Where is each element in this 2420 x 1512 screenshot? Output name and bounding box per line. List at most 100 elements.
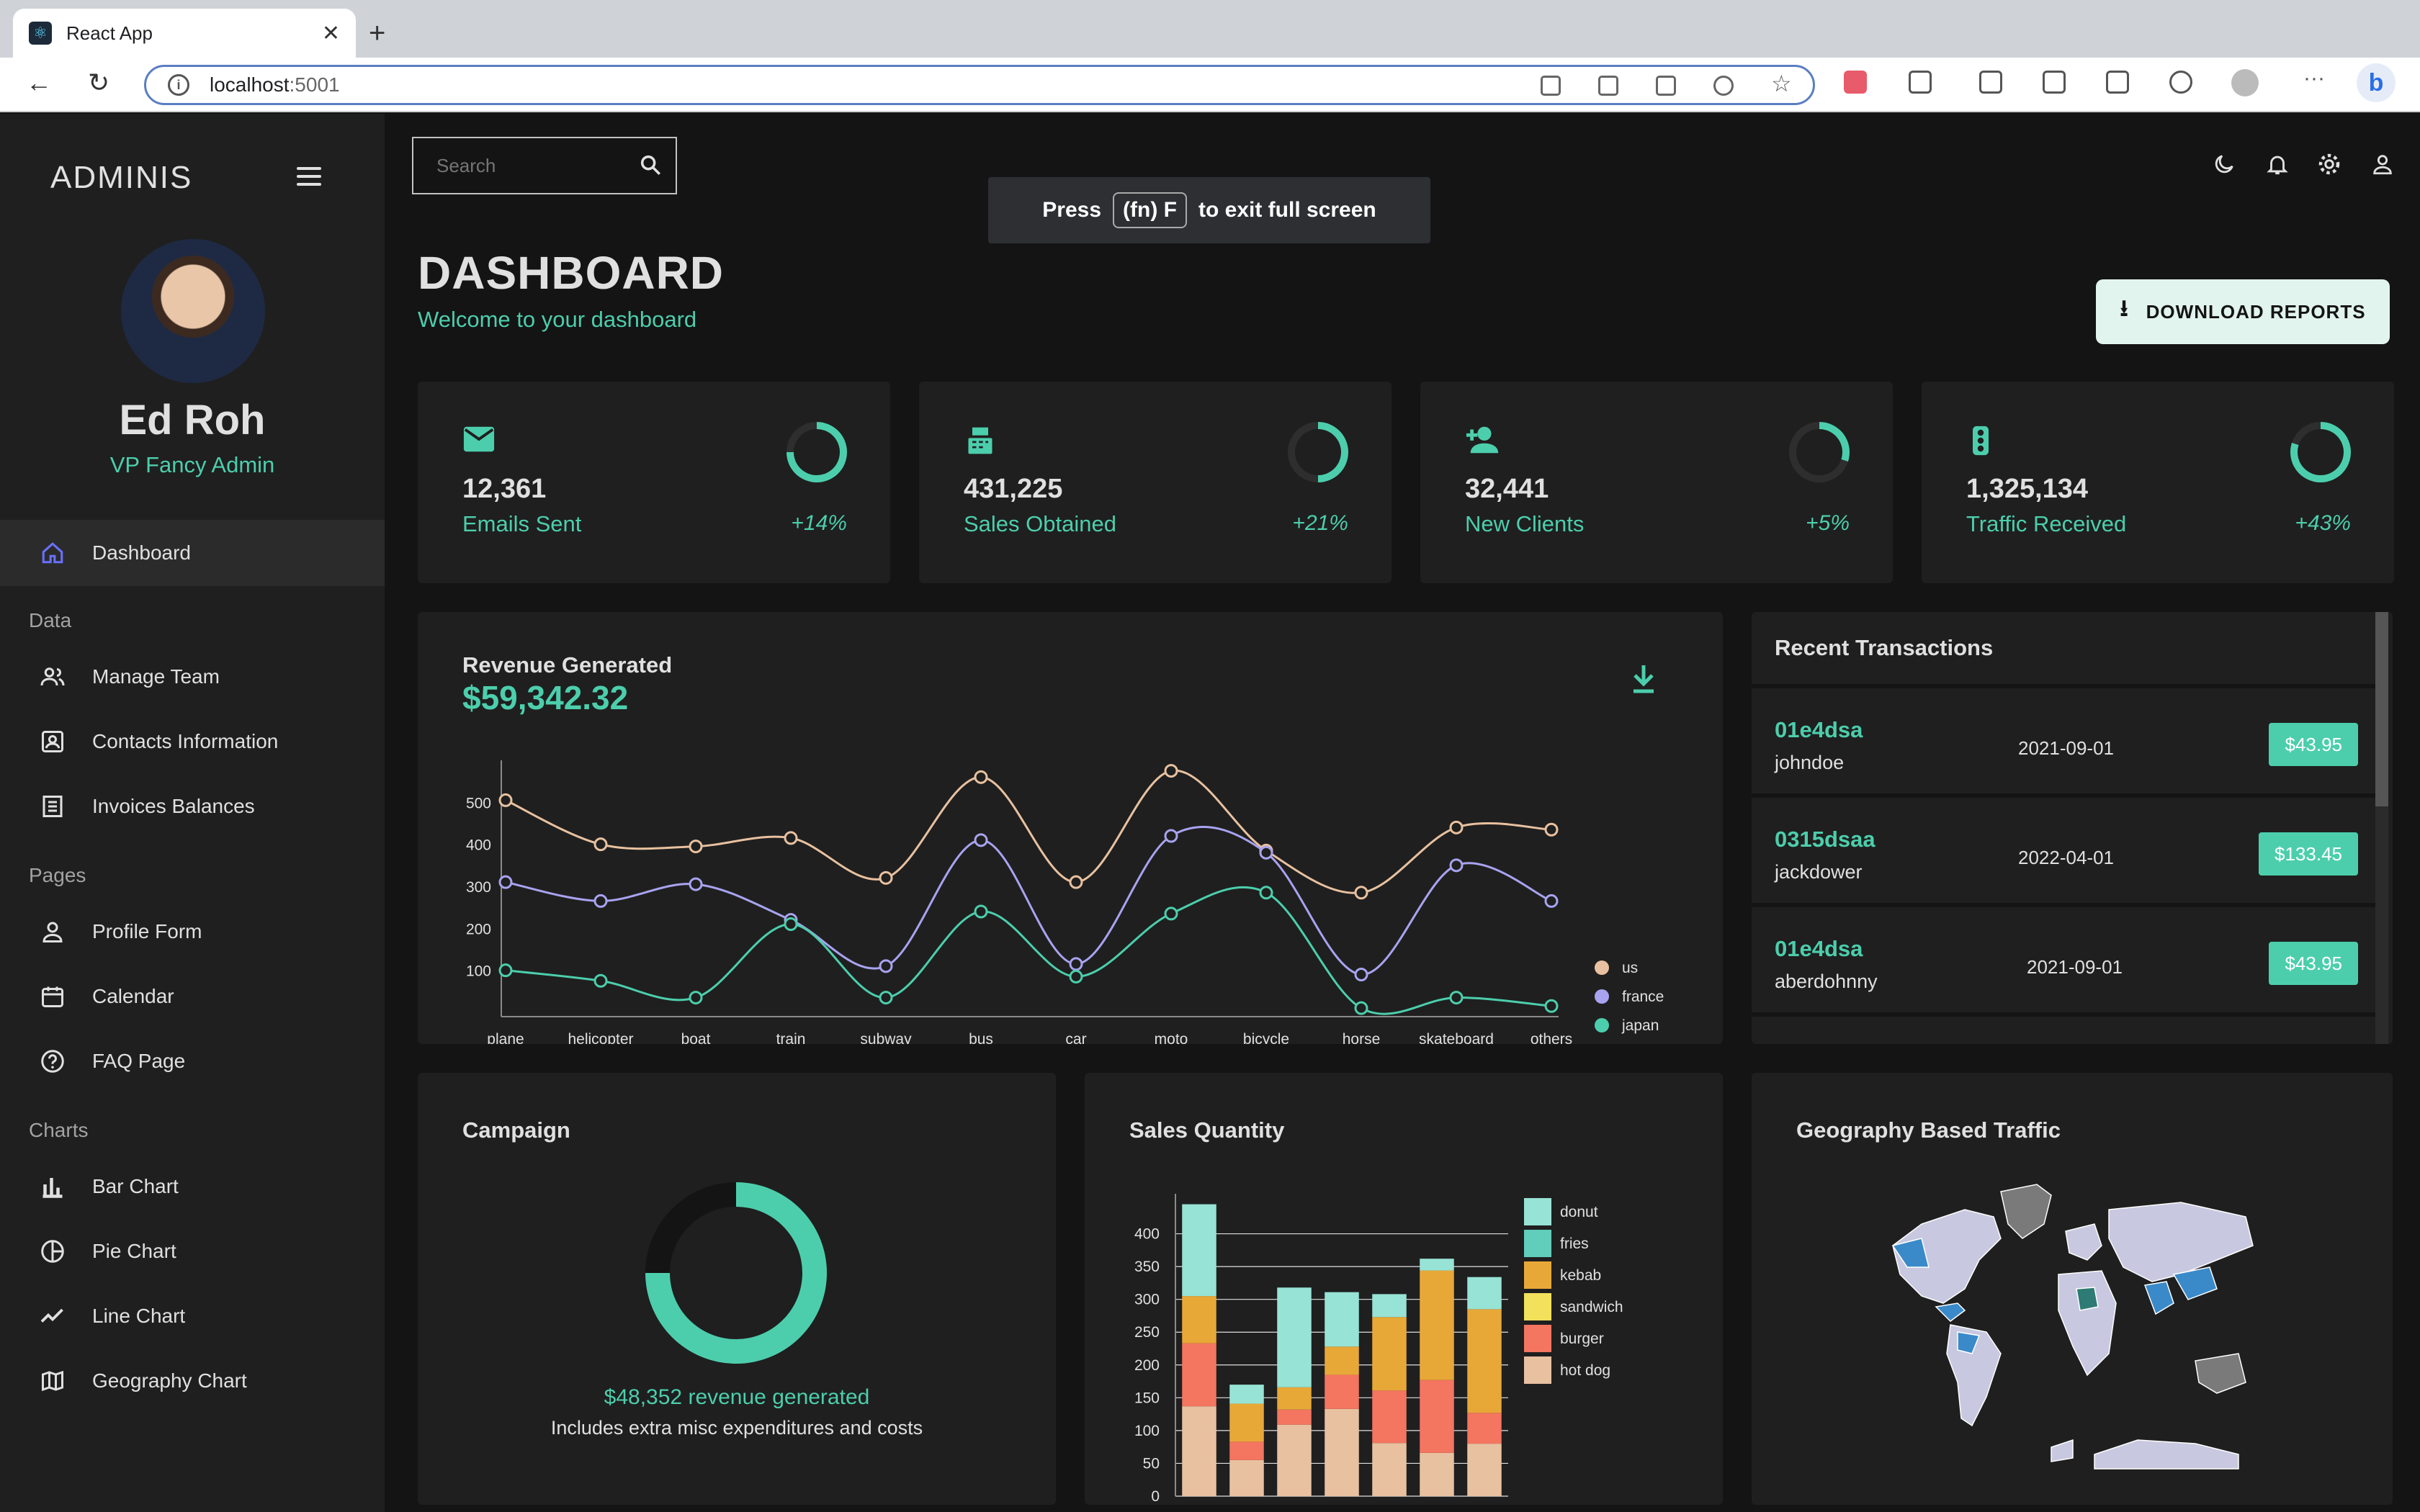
x-tick-label: subway: [860, 1031, 912, 1044]
extension-add-icon[interactable]: [1656, 76, 1676, 96]
transaction-id: 01e4dsa: [1775, 936, 1863, 961]
legend-label: kebab: [1560, 1267, 1601, 1284]
bing-icon[interactable]: b: [2357, 63, 2396, 102]
collections-icon[interactable]: [2106, 71, 2129, 94]
search-input[interactable]: [436, 154, 624, 177]
notifications-icon[interactable]: [2264, 151, 2290, 177]
bar-segment-hot-dog: [1467, 1444, 1502, 1496]
x-tick-label: moto: [1155, 1031, 1188, 1044]
sidebar-item-label: Calendar: [92, 985, 174, 1007]
sidebar-item-label: Bar Chart: [92, 1175, 179, 1197]
download-reports-button[interactable]: ⭳ DOWNLOAD REPORTS: [2096, 279, 2390, 344]
apps-icon[interactable]: [1598, 76, 1618, 96]
data-point: [1544, 999, 1559, 1013]
sidebar-item-pie-chart[interactable]: Pie Chart: [39, 1230, 176, 1273]
series-line-japan: [505, 886, 1552, 1015]
progress-ring: [786, 422, 847, 482]
favorites-icon[interactable]: [2043, 71, 2066, 94]
stat-card-sales: 431,225 Sales Obtained +21%: [919, 382, 1392, 583]
legend-swatch: [1595, 989, 1609, 1004]
back-icon[interactable]: ←: [26, 68, 52, 98]
legend-label: us: [1622, 960, 1638, 976]
progress-ring: [1789, 422, 1850, 482]
menu-icon[interactable]: [297, 167, 321, 191]
data-point: [498, 963, 513, 978]
data-point: [689, 877, 703, 891]
calendar-icon: [39, 983, 66, 1010]
x-tick-label: plane: [487, 1031, 524, 1044]
revenue-card: Revenue Generated $59,342.32 100 200 300 40…: [418, 612, 1723, 1044]
y-tick-label: 200: [1134, 1357, 1160, 1374]
data-point: [593, 837, 608, 852]
fullscreen-notice: Press (fn) F to exit full screen: [988, 177, 1430, 243]
browser-tab[interactable]: ⚛ React App ✕: [13, 9, 356, 58]
sidebar-item-geography-chart[interactable]: Geography Chart: [39, 1359, 247, 1403]
world-map: [1891, 1184, 2254, 1470]
data-point: [593, 973, 608, 988]
info-icon[interactable]: i: [168, 74, 189, 96]
legend-label: japan: [1621, 1017, 1659, 1034]
favorite-star-icon[interactable]: ☆: [1771, 70, 1792, 96]
bar-segment-kebab: [1182, 1296, 1216, 1344]
profile-avatar-icon[interactable]: [2231, 69, 2259, 96]
transaction-user: jackdower: [1775, 861, 1863, 883]
more-icon[interactable]: ···: [2303, 66, 2326, 90]
sidebar-item-profile-form[interactable]: Profile Form: [39, 910, 202, 953]
reload-icon[interactable]: ↻: [88, 68, 109, 98]
data-point: [784, 917, 798, 931]
dark-mode-icon[interactable]: [2211, 151, 2237, 177]
person-icon[interactable]: [2370, 151, 2396, 177]
sidebar-item-label: Dashboard: [92, 541, 191, 564]
bar-segment-hot-dog: [1420, 1452, 1454, 1496]
bar-segment-kebab: [1325, 1346, 1359, 1375]
split-screen-icon[interactable]: [1979, 71, 2002, 94]
revenue-line-chart: 100 200 300 400 500 plane helicopter boat train s…: [466, 760, 1664, 1044]
y-tick-label: 300: [1134, 1292, 1160, 1308]
page-title: DASHBOARD: [418, 247, 724, 299]
sidebar-item-label: Invoices Balances: [92, 795, 255, 817]
close-icon[interactable]: ✕: [322, 21, 340, 46]
sidebar-item-label: Contacts Information: [92, 730, 279, 752]
sidebar-item-bar-chart[interactable]: Bar Chart: [39, 1165, 179, 1208]
contacts-icon: [39, 728, 66, 755]
pie-chart-icon: [39, 1238, 66, 1265]
cast-icon[interactable]: [1541, 76, 1561, 96]
sidebar-item-contacts[interactable]: Contacts Information: [39, 720, 278, 763]
bar-segment-donut: [1277, 1287, 1312, 1387]
traffic-icon: [1966, 425, 1995, 464]
y-tick-label: 100: [466, 963, 491, 980]
bar-segment-hot-dog: [1372, 1443, 1407, 1496]
sidebar-item-dashboard[interactable]: Dashboard: [39, 531, 191, 575]
x-tick-label: bus: [969, 1031, 993, 1044]
search-box[interactable]: [412, 137, 677, 194]
legend-swatch: [1524, 1230, 1551, 1257]
transactions-scrollbar[interactable]: [2375, 612, 2388, 1044]
sidebar-item-calendar[interactable]: Calendar: [39, 975, 174, 1018]
transaction-user: aberdohnny: [1775, 971, 1878, 992]
point-of-sale-icon: [964, 425, 997, 464]
puzzle-icon[interactable]: [1909, 71, 1932, 94]
legend-swatch: [1595, 960, 1609, 975]
extension-icon[interactable]: [1844, 71, 1867, 94]
data-point: [1164, 906, 1178, 921]
scrollbar-thumb[interactable]: [2375, 612, 2388, 806]
bar-segment-kebab: [1372, 1317, 1407, 1391]
sidebar-item-faq[interactable]: FAQ Page: [39, 1040, 185, 1083]
x-tick-label: boat: [681, 1031, 711, 1044]
read-aloud-icon[interactable]: [1713, 76, 1734, 96]
sidebar-item-manage-team[interactable]: Manage Team: [39, 655, 220, 698]
settings-icon[interactable]: [2316, 151, 2342, 177]
data-point: [879, 870, 893, 885]
sidebar-item-line-chart[interactable]: Line Chart: [39, 1295, 185, 1338]
sidebar-item-invoices[interactable]: Invoices Balances: [39, 785, 255, 828]
y-tick-label: 400: [466, 837, 491, 854]
data-point: [879, 959, 893, 973]
download-icon: ⭳: [2120, 295, 2129, 321]
search-icon[interactable]: [638, 153, 663, 181]
health-icon[interactable]: [2169, 71, 2192, 94]
new-tab-icon[interactable]: +: [369, 17, 385, 50]
data-point: [498, 875, 513, 889]
url-field[interactable]: i localhost:5001 ☆: [144, 65, 1815, 105]
y-tick-label: 150: [1134, 1390, 1160, 1406]
data-point: [1069, 957, 1083, 971]
